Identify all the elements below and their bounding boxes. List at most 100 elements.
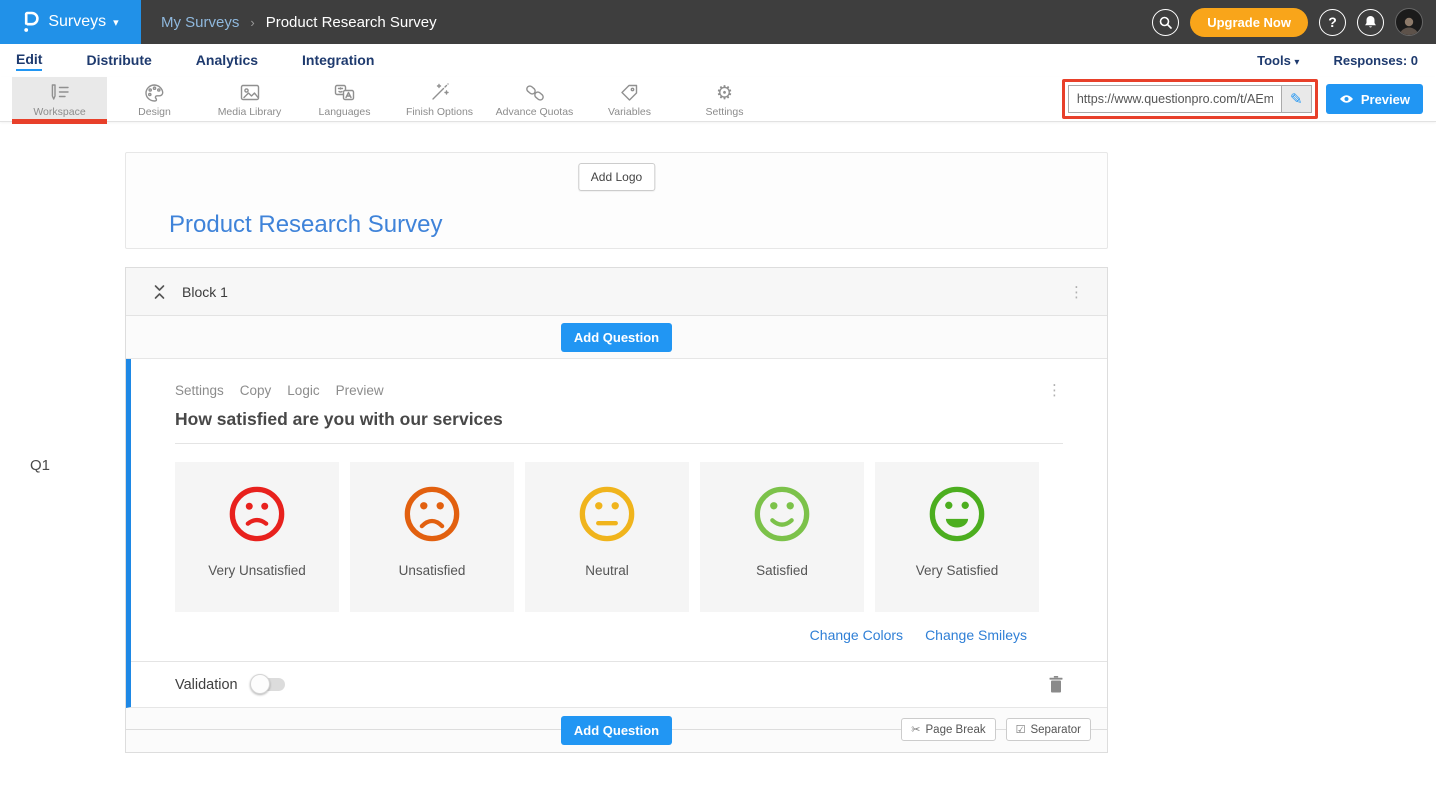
- toolbar-item-finish-options[interactable]: Finish Options: [392, 77, 487, 121]
- eye-icon: [1339, 94, 1354, 104]
- product-label: Surveys: [48, 13, 106, 31]
- page-break-label: Page Break: [926, 724, 986, 736]
- toolbar-item-languages[interactable]: Languages: [297, 77, 392, 121]
- share-url-group: ✎: [1068, 85, 1312, 113]
- toolbar-item-label: Media Library: [218, 106, 282, 118]
- tab-edit[interactable]: Edit: [16, 51, 42, 71]
- edit-toolbar: Workspace Design Media Library: [0, 77, 1436, 122]
- smiley-option-unsatisfied[interactable]: Unsatisfied: [350, 462, 514, 612]
- question-mark-icon: ?: [1328, 14, 1337, 30]
- toolbar-item-label: Settings: [706, 106, 744, 118]
- tab-analytics[interactable]: Analytics: [196, 52, 258, 70]
- question-settings-link[interactable]: Settings: [175, 383, 224, 398]
- question-copy-link[interactable]: Copy: [240, 383, 272, 398]
- responses-count: Responses: 0: [1333, 53, 1418, 68]
- validation-row: Validation: [131, 661, 1107, 707]
- help-button[interactable]: ?: [1319, 9, 1346, 36]
- bell-icon: [1364, 15, 1377, 29]
- settings-gear-icon: ⚙: [716, 82, 733, 103]
- toolbar-item-variables[interactable]: Variables: [582, 77, 677, 121]
- toolbar-item-advance-quotas[interactable]: Advance Quotas: [487, 77, 582, 121]
- smiley-config-links: Change Colors Change Smileys: [175, 627, 1063, 643]
- section-nav: Edit Distribute Analytics Integration To…: [0, 44, 1436, 77]
- search-button[interactable]: [1152, 9, 1179, 36]
- advance-quotas-link-icon: [524, 82, 546, 103]
- add-logo-button[interactable]: Add Logo: [578, 163, 655, 191]
- change-colors-link[interactable]: Change Colors: [810, 627, 903, 643]
- toolbar-item-label: Advance Quotas: [496, 106, 574, 118]
- question-preview-link[interactable]: Preview: [336, 383, 384, 398]
- search-icon: [1159, 16, 1172, 29]
- toolbar-item-label: Design: [138, 106, 171, 118]
- smiley-scale: Very Unsatisfied Unsatisfied: [175, 462, 1063, 612]
- question-card: Settings Copy Logic Preview ⋮ How satisf…: [126, 359, 1107, 708]
- user-avatar[interactable]: [1395, 8, 1423, 36]
- tools-dropdown[interactable]: Tools ▾: [1257, 53, 1299, 68]
- preview-button[interactable]: Preview: [1326, 84, 1423, 114]
- tab-distribute[interactable]: Distribute: [86, 52, 151, 70]
- unsatisfied-face-icon: [403, 485, 461, 543]
- validation-label: Validation: [175, 677, 238, 693]
- pencil-icon: ✎: [1290, 90, 1303, 108]
- block-menu-dots-icon[interactable]: ⋮: [1069, 283, 1085, 301]
- tab-integration[interactable]: Integration: [302, 52, 374, 70]
- separator-button[interactable]: ☑ Separator: [1006, 718, 1091, 741]
- toolbar-item-workspace[interactable]: Workspace: [12, 77, 107, 121]
- block-card: Block 1 ⋮ Add Question Settings Copy Log…: [125, 267, 1108, 753]
- top-bar: Surveys ▾ My Surveys › Product Research …: [0, 0, 1436, 44]
- satisfied-face-icon: [753, 485, 811, 543]
- breadcrumb-separator: ›: [250, 15, 254, 30]
- very-unsatisfied-face-icon: [228, 485, 286, 543]
- toolbar-item-label: Finish Options: [406, 106, 473, 118]
- add-question-button-bottom[interactable]: Add Question: [561, 716, 672, 745]
- separator-label: Separator: [1030, 724, 1081, 736]
- question-menu-dots-icon[interactable]: ⋮: [1047, 381, 1063, 399]
- survey-header-card: Add Logo Product Research Survey: [125, 152, 1108, 249]
- block-title[interactable]: Block 1: [182, 284, 228, 300]
- finish-options-wand-icon: [429, 82, 450, 103]
- toolbar-item-settings[interactable]: ⚙ Settings: [677, 77, 772, 121]
- question-logic-link[interactable]: Logic: [287, 383, 319, 398]
- very-satisfied-face-icon: [928, 485, 986, 543]
- checkbox-checked-icon: ☑: [1016, 723, 1026, 736]
- smiley-option-very-unsatisfied[interactable]: Very Unsatisfied: [175, 462, 339, 612]
- trash-icon: [1049, 676, 1063, 693]
- add-question-button-top[interactable]: Add Question: [561, 323, 672, 352]
- toggle-knob: [250, 674, 270, 694]
- validation-toggle[interactable]: [253, 678, 285, 691]
- delete-question-button[interactable]: [1049, 676, 1063, 693]
- tools-label: Tools: [1257, 53, 1291, 68]
- toolbar-item-media-library[interactable]: Media Library: [202, 77, 297, 121]
- toolbar-item-label: Variables: [608, 106, 651, 118]
- workspace-icon: [49, 82, 71, 103]
- notifications-button[interactable]: [1357, 9, 1384, 36]
- breadcrumb-current-survey: Product Research Survey: [266, 14, 437, 31]
- preview-label: Preview: [1361, 92, 1410, 107]
- variables-tag-icon: [619, 82, 640, 103]
- edit-url-button[interactable]: ✎: [1281, 86, 1311, 112]
- block-header: Block 1 ⋮: [126, 268, 1107, 316]
- toolbar-item-label: Workspace: [33, 106, 85, 118]
- collapse-block-icon[interactable]: [154, 284, 165, 300]
- design-palette-icon: [144, 82, 165, 103]
- smiley-option-satisfied[interactable]: Satisfied: [700, 462, 864, 612]
- product-switcher[interactable]: Surveys ▾: [0, 0, 141, 44]
- smiley-option-very-satisfied[interactable]: Very Satisfied: [875, 462, 1039, 612]
- toolbar-right: ✎ Preview: [1062, 77, 1436, 121]
- breadcrumb-my-surveys[interactable]: My Surveys: [161, 14, 239, 31]
- breadcrumb: My Surveys › Product Research Survey: [161, 14, 437, 31]
- smiley-label: Satisfied: [756, 563, 808, 578]
- page-break-button[interactable]: ✂ Page Break: [901, 718, 995, 741]
- smiley-option-neutral[interactable]: Neutral: [525, 462, 689, 612]
- smiley-label: Very Satisfied: [916, 563, 999, 578]
- add-question-strip: Add Question: [126, 316, 1107, 359]
- upgrade-now-button[interactable]: Upgrade Now: [1190, 8, 1308, 37]
- toolbar-item-design[interactable]: Design: [107, 77, 202, 121]
- share-url-input[interactable]: [1069, 86, 1281, 112]
- change-smileys-link[interactable]: Change Smileys: [925, 627, 1027, 643]
- question-text[interactable]: How satisfied are you with our services: [175, 409, 1063, 444]
- share-url-highlight-annotation: ✎: [1062, 79, 1318, 119]
- block-footer: Add Question ✂ Page Break ☑ Separator: [126, 708, 1107, 752]
- survey-title[interactable]: Product Research Survey: [169, 211, 442, 239]
- workspace-canvas: Q1 Add Logo Product Research Survey Bloc…: [0, 152, 1436, 788]
